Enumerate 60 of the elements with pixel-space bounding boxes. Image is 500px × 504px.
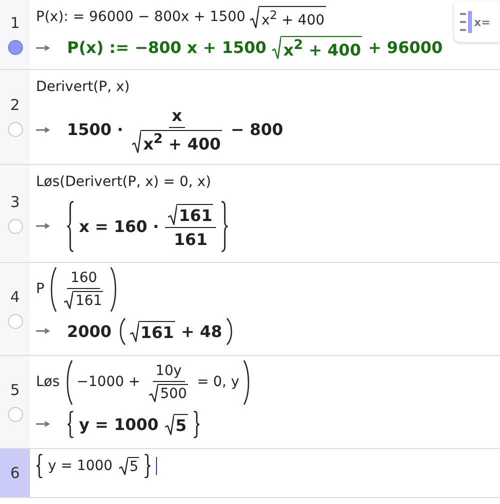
formula-text: y = 1000: [48, 458, 113, 474]
formula-text: P(x): = 96000 − 800x + 1500: [36, 9, 246, 25]
parenthesis-icon: [118, 318, 126, 345]
formula-text: −1000 +: [76, 374, 140, 390]
visibility-toggle[interactable]: [8, 314, 22, 330]
formula-text: P: [36, 281, 44, 298]
formula-text: x$^{2}$ + 400: [283, 38, 361, 60]
formula-text: 160: [70, 270, 98, 286]
row-number-cell[interactable]: 3: [0, 164, 30, 262]
formula-text: 161: [140, 322, 174, 342]
visibility-toggle[interactable]: [8, 218, 22, 234]
formula-text: 161: [178, 206, 212, 225]
brace-icon: [67, 200, 75, 252]
formula-text: x$^{2}$ + 400: [261, 8, 325, 28]
arrow-icon: [36, 126, 51, 134]
formula-text: + 96000: [368, 38, 443, 58]
formula-text: Løs(Derivert(P, x) = 0, x): [36, 174, 212, 190]
formula-text: P(x) := −800 x + 1500: [67, 38, 266, 58]
list-icon: [460, 11, 472, 33]
formula-text: x$^{2}$ + 400: [143, 132, 221, 154]
arrow-icon: [36, 420, 51, 428]
row-number-cell[interactable]: 6: [0, 448, 30, 497]
arrow-icon: [36, 222, 51, 230]
formula-text: 161: [174, 230, 208, 249]
parenthesis-icon: [110, 266, 118, 312]
text-cursor: [156, 456, 158, 475]
parenthesis-icon: [49, 266, 58, 312]
formula-text: 5: [176, 416, 187, 435]
formula-text: + 48: [180, 322, 222, 341]
formula-text: y = 1000: [79, 414, 159, 434]
formula-text: Derivert(P, x): [36, 79, 130, 96]
brace-icon: [192, 410, 200, 438]
visibility-toggle[interactable]: [8, 122, 22, 138]
formula-text: 10y: [156, 362, 182, 379]
formula-text: 500: [160, 386, 187, 402]
arrow-icon: [36, 44, 51, 52]
parenthesis-icon: [243, 360, 252, 405]
formula-text: − 800: [230, 120, 284, 140]
row-number-cell[interactable]: 1: [0, 0, 30, 70]
brace-icon: [220, 200, 228, 252]
formula-text: 161: [75, 292, 102, 309]
formula-text: Løs: [36, 374, 60, 390]
parenthesis-icon: [226, 318, 234, 345]
arrow-icon: [36, 327, 51, 336]
visibility-toggle[interactable]: [8, 407, 22, 422]
brace-icon: [36, 454, 44, 478]
formula-text: 5: [130, 458, 138, 475]
formula-text: x: [172, 106, 182, 126]
row-number-cell[interactable]: 2: [0, 70, 30, 164]
formula-text: = 0, y: [196, 374, 240, 390]
formula-text: x = 160 ·: [79, 216, 159, 236]
row-number-cell[interactable]: 4: [0, 262, 30, 355]
brace-icon: [67, 410, 75, 438]
visibility-toggle[interactable]: [8, 40, 22, 56]
brace-icon: [143, 454, 152, 478]
formula-text: 2000: [67, 322, 112, 341]
algebra-description-button[interactable]: x=: [454, 2, 500, 42]
parenthesis-icon: [64, 360, 73, 405]
formula-text: 1500 ·: [67, 120, 124, 140]
row-number-cell[interactable]: 5: [0, 356, 30, 448]
